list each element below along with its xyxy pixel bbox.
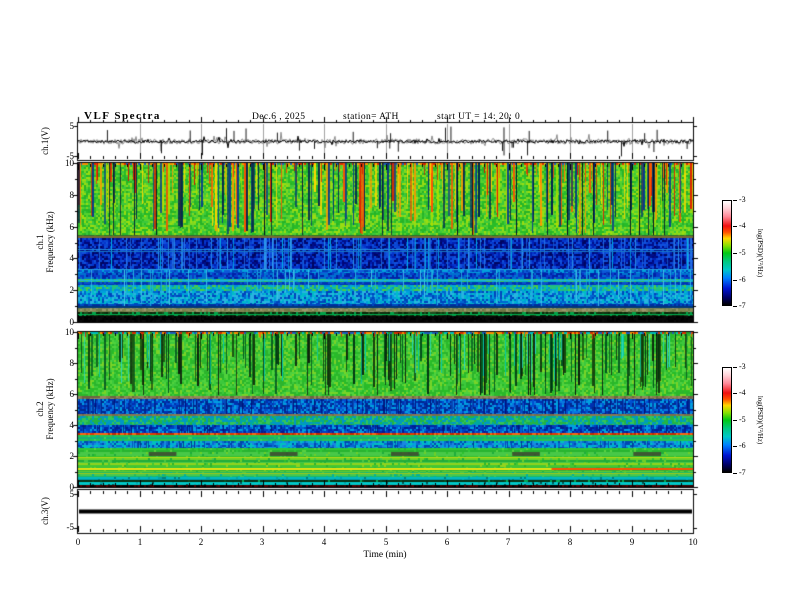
ch3-waveform-plot — [70, 482, 701, 541]
y-tick-label: 6 — [69, 222, 75, 232]
y-tick-label: 6 — [69, 389, 75, 399]
x-tick-label: 3 — [259, 537, 265, 547]
ch3-axis-title-text: ch.3(V) — [40, 497, 50, 525]
colorbar-tick-label: -3 — [739, 195, 746, 204]
spec1-channel-label: ch.1 — [35, 234, 45, 250]
colorbar-ch2-title-text: log(PSD)(V²/Hz) — [756, 395, 764, 445]
colorbar-ch1-title-text: log(PSD)(V²/Hz) — [756, 228, 764, 278]
colorbar-tick — [733, 280, 737, 281]
y-tick-label: 0 — [69, 317, 75, 327]
colorbar-tick — [733, 253, 737, 254]
ch1-spectrogram-plot — [70, 155, 701, 330]
x-tick-label: 9 — [629, 537, 635, 547]
x-tick-label: 1 — [137, 537, 143, 547]
colorbar-tick — [733, 393, 737, 394]
ch1-axis-title-text: ch.1(V) — [40, 127, 50, 155]
y-tick-label: 5 — [69, 489, 75, 499]
y-tick-label: 8 — [69, 358, 75, 368]
colorbar-tick — [733, 446, 737, 447]
x-tick-label: 2 — [198, 537, 204, 547]
x-tick-label: 8 — [567, 537, 573, 547]
y-tick-label: 8 — [69, 190, 75, 200]
x-tick-label: 5 — [383, 537, 389, 547]
spec2-frequency-label: Frequency (kHz) — [45, 378, 55, 440]
colorbar-tick — [733, 226, 737, 227]
vlf-spectra-figure: VLF Spectra Dec.6 , 2025 station= ATH st… — [0, 0, 792, 612]
colorbar-tick-label: -5 — [739, 415, 746, 424]
colorbar-tick-label: -6 — [739, 275, 746, 284]
y-tick-label: -5 — [66, 522, 75, 532]
y-tick-label: 2 — [69, 285, 75, 295]
ch2-spectrogram-plot — [70, 324, 701, 495]
x-tick-label: 6 — [444, 537, 450, 547]
colorbar-tick — [733, 420, 737, 421]
colorbar-ch2-gradient — [722, 367, 732, 473]
y-tick-label: 4 — [69, 420, 75, 430]
colorbar-tick — [733, 306, 737, 307]
colorbar-tick-label: -4 — [739, 221, 746, 230]
colorbar-ch1-gradient — [722, 200, 732, 306]
colorbar-tick-label: -7 — [739, 301, 746, 310]
y-tick-label: 2 — [69, 451, 75, 461]
colorbar-tick-label: -6 — [739, 441, 746, 450]
colorbar-tick — [733, 473, 737, 474]
spec1-frequency-label: Frequency (kHz) — [45, 211, 55, 273]
x-tick-label: 7 — [505, 537, 511, 547]
colorbar-tick-label: -7 — [739, 468, 746, 477]
y-tick-label: 4 — [69, 253, 75, 263]
y-tick-label: 10 — [65, 158, 74, 168]
colorbar-tick-label: -5 — [739, 248, 746, 257]
colorbar-tick-label: -4 — [739, 388, 746, 397]
y-tick-label: 10 — [65, 327, 74, 337]
colorbar-tick — [733, 367, 737, 368]
x-tick-label: 4 — [321, 537, 327, 547]
colorbar-tick-label: -3 — [739, 362, 746, 371]
x-tick-label: 10 — [688, 537, 698, 547]
y-tick-label: 5 — [69, 121, 75, 131]
colorbar-tick — [733, 200, 737, 201]
x-axis-title: Time (min) — [363, 550, 407, 560]
spec2-channel-label: ch.2 — [35, 401, 45, 417]
x-tick-label: 0 — [75, 537, 81, 547]
